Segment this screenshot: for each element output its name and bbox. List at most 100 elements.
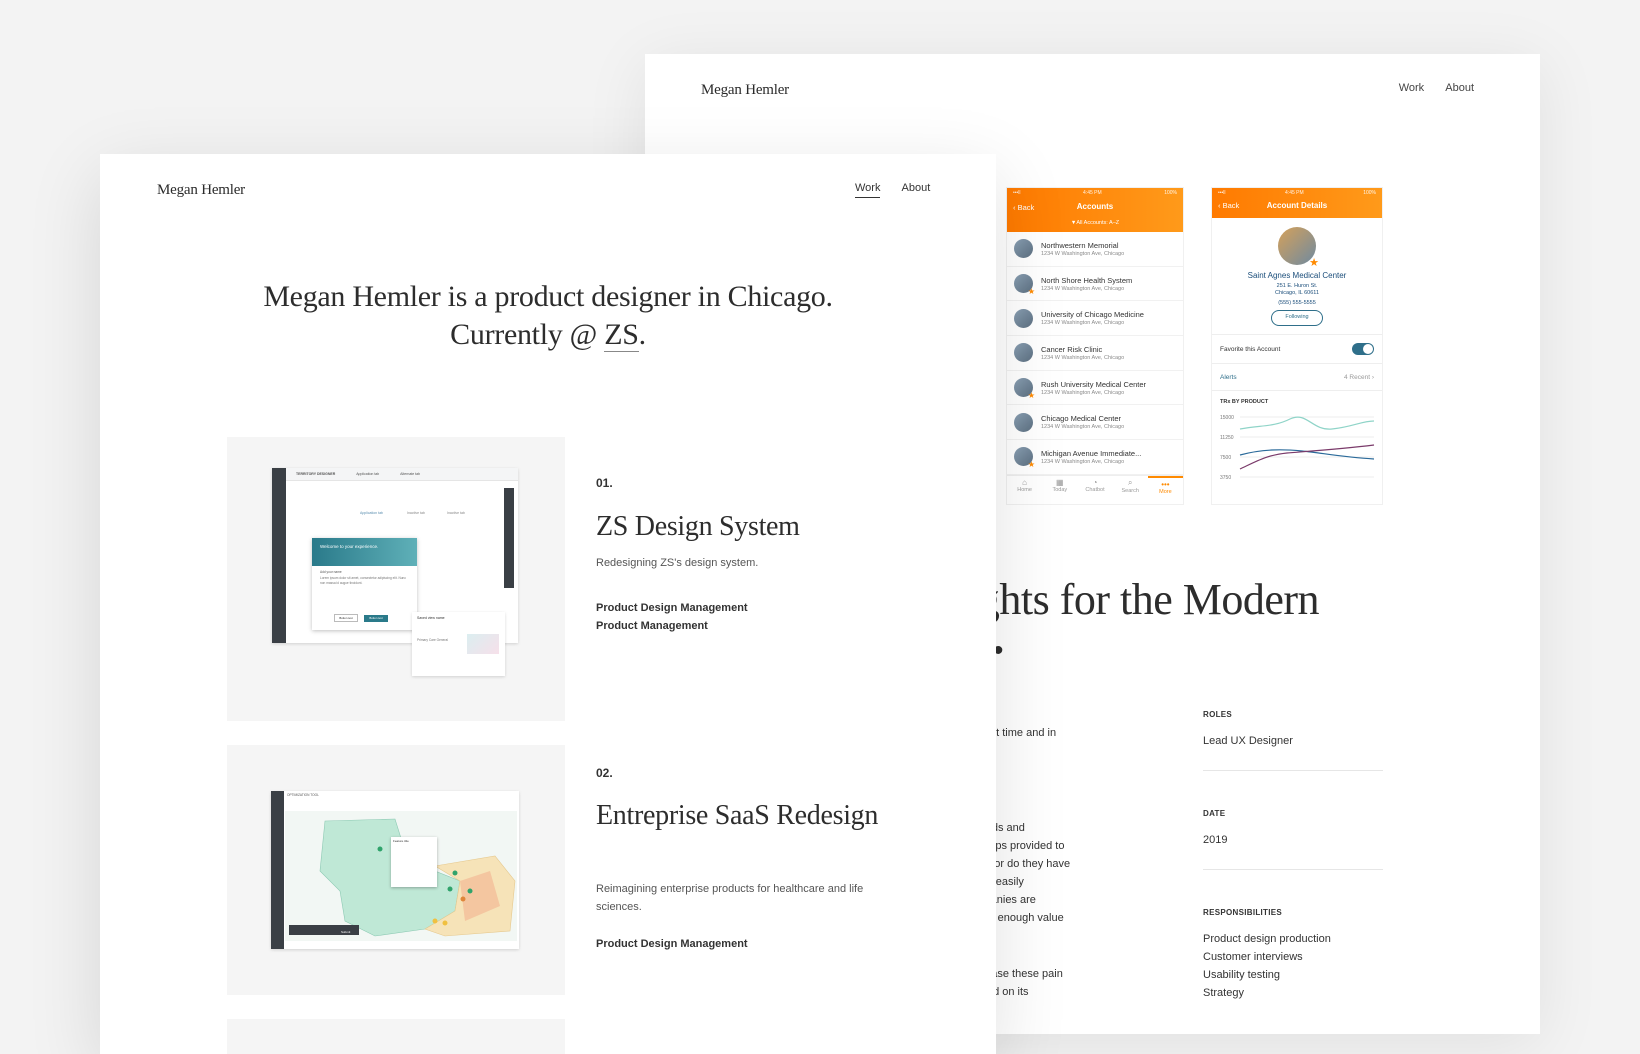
status-battery: 100% [1363, 190, 1376, 196]
responsibility-item: Usability testing [1203, 969, 1281, 981]
phone-accounts-screenshot: •••ll 4:45 PM 100% ‹ Back Accounts ▼All Ac… [1007, 188, 1183, 504]
mock-modal-title: Welcome to your experience. [312, 538, 417, 566]
mock-map-popup: Feature title [391, 837, 437, 887]
project-title[interactable]: Entreprise SaaS Redesign [596, 797, 916, 835]
back-nav: Work About [1381, 82, 1474, 94]
mock-sidebar [272, 468, 286, 643]
status-battery: 100% [1164, 190, 1177, 196]
project-description: Reimagining enterprise products for heal… [596, 883, 864, 913]
calendar-icon: ▦ [1056, 477, 1064, 487]
trx-line-chart: 15000 11250 7500 3750 [1220, 415, 1375, 481]
account-row: Cancer Risk Clinic 1234 W Washington Ave,… [1007, 336, 1183, 371]
project-description: Redesigning ZS's design system. [596, 557, 759, 569]
account-address: 1234 W Washington Ave, Chicago [1041, 354, 1125, 361]
roles-block: ROLES Lead UX Designer [1203, 706, 1293, 750]
nav-work[interactable]: Work [855, 182, 881, 198]
project-number: 02. [596, 766, 613, 780]
mock-modal-button: Button text [334, 614, 358, 622]
responsibility-item: Customer interviews [1203, 951, 1303, 963]
account-row: ★ Michigan Avenue Immediate... 1234 W Wash… [1007, 440, 1183, 475]
account-avatar: ★ [1278, 227, 1319, 269]
front-logo[interactable]: Megan Hemler [157, 182, 245, 199]
nav-about[interactable]: About [902, 182, 931, 197]
intro-line-1: Megan Hemler is a product designer in Ch… [263, 280, 833, 313]
status-time: 4:45 PM [1083, 190, 1102, 196]
mock-app-name: OPTIMIZATION TOOL [287, 793, 319, 797]
mock-tab-active: Application tab [360, 511, 383, 515]
mock-side-panel: Saved view name Primary Care General [412, 612, 505, 676]
star-icon: ★ [1027, 460, 1035, 470]
mock-sidebar [271, 791, 284, 949]
search-icon: ⌕ [1127, 477, 1133, 487]
favorite-toggle [1352, 343, 1374, 356]
roles-value: Lead UX Designer [1203, 735, 1293, 747]
account-avatar: ★ [1014, 378, 1035, 401]
project-thumbnail-zs-design-system[interactable]: TERRITORY DESIGNER Application tab Alter… [227, 437, 565, 721]
account-name: Northwestern Memorial [1041, 240, 1119, 250]
date-value: 2019 [1203, 834, 1228, 846]
account-phone: (555) 555-5555 [1278, 300, 1316, 307]
account-name: Cancer Risk Clinic [1041, 344, 1103, 354]
project-title[interactable]: ZS Design System [596, 508, 916, 546]
account-name: Saint Agnes Medical Center [1247, 271, 1347, 280]
phone-details-header: •••ll 4:45 PM 100% ‹ Back Account Details [1212, 188, 1382, 218]
account-avatar [1014, 239, 1033, 259]
responsibilities-block: RESPONSIBILITIES Product design producti… [1203, 904, 1331, 1002]
mock-tab: Inactive tab [447, 511, 465, 515]
mock-right-toolbar [504, 488, 514, 588]
y-tick: 11250 [1220, 435, 1234, 441]
account-name: Chicago Medical Center [1041, 414, 1122, 424]
responsibility-item: Product design production [1203, 933, 1331, 945]
following-button: Following [1271, 310, 1323, 327]
back-nav-about[interactable]: About [1445, 82, 1474, 94]
back-nav-work[interactable]: Work [1399, 82, 1424, 94]
account-row: Northwestern Memorial 1234 W Washington A… [1007, 232, 1183, 267]
account-address: 251 E. Huron St. Chicago, IL 60611 [1274, 283, 1320, 297]
tab-search: ⌕ Search [1113, 476, 1148, 500]
series-line-teal [1239, 416, 1375, 430]
account-name: Michigan Avenue Immediate... [1041, 448, 1142, 458]
chart-title: TRx BY PRODUCT [1212, 390, 1382, 405]
project-tags: Product Design Management Product Manage… [596, 599, 748, 635]
phone-tab-bar: ⌂ Home ▦ Today ◔ Chatbot ⌕ Search ••• More [1007, 474, 1183, 500]
map-marker [442, 920, 448, 926]
star-icon: ★ [1027, 287, 1035, 297]
project-number: 01. [596, 476, 613, 490]
favorite-row: Favorite this Account [1212, 334, 1382, 363]
zs-link[interactable]: ZS [604, 318, 639, 352]
accounts-list: Northwestern Memorial 1234 W Washington A… [1007, 232, 1183, 475]
mock-modal-label: Add your name [320, 570, 342, 574]
map-marker [447, 886, 453, 892]
project-thumbnail-enterprise-saas[interactable]: OPTIMIZATION TOOL Feature title Submit [227, 745, 565, 995]
date-label: DATE [1203, 809, 1226, 818]
responsibilities-label: RESPONSIBILITIES [1203, 908, 1283, 917]
star-icon: ★ [1027, 391, 1035, 401]
account-address: 1234 W Washington Ave, Chicago [1041, 424, 1125, 431]
tab-more: ••• More [1147, 475, 1183, 500]
y-tick: 3750 [1220, 475, 1231, 481]
map-marker [467, 888, 473, 894]
map-marker [377, 846, 383, 852]
star-icon: ★ [1309, 257, 1319, 269]
y-tick: 15000 [1220, 415, 1234, 421]
back-logo[interactable]: Megan Hemler [701, 82, 789, 99]
mock-panel-title: Saved view name [417, 616, 445, 620]
account-name: Rush University Medical Center [1041, 379, 1147, 389]
project-tag: Product Design Management [596, 602, 748, 614]
status-signal: •••ll [1218, 190, 1226, 196]
account-avatar [1014, 343, 1033, 363]
account-row: ★ Rush University Medical Center 1234 W Wa… [1007, 371, 1183, 406]
account-row: University of Chicago Medicine 1234 W Was… [1007, 301, 1183, 337]
chat-icon: ◔ [1092, 477, 1098, 487]
account-row: ★ North Shore Health System 1234 W Washing… [1007, 267, 1183, 302]
y-tick: 7500 [1220, 455, 1231, 461]
mock-map-app: OPTIMIZATION TOOL Feature title Submit [271, 791, 519, 949]
mock-modal-body: Lorem ipsum dolor sit amet, consectetur … [320, 576, 406, 585]
more-icon: ••• [1161, 479, 1170, 489]
project-thumbnail-next[interactable] [227, 1019, 565, 1054]
front-page-window: Megan Hemler Work About Megan Hemler is … [100, 154, 996, 1054]
phone-title: Account Details [1266, 201, 1328, 210]
account-avatar: ★ [1014, 274, 1035, 297]
intro-line-2: Currently @ ZS. [450, 318, 646, 352]
intro-heading: Megan Hemler is a product designer in Ch… [100, 278, 996, 354]
